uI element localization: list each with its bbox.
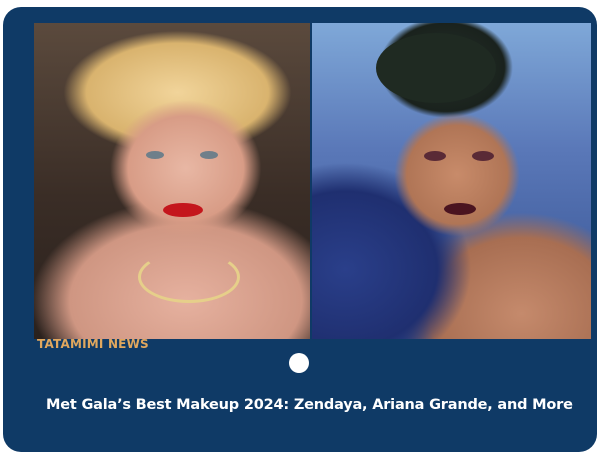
news-source-label: TATAMIMI NEWS <box>37 337 149 351</box>
lips-detail <box>444 203 476 215</box>
necklace-detail <box>138 251 240 303</box>
news-card[interactable]: TATAMIMI NEWS Met Gala’s Best Makeup 202… <box>3 7 597 452</box>
eye-detail <box>200 151 218 159</box>
article-headline[interactable]: Met Gala’s Best Makeup 2024: Zendaya, Ar… <box>46 397 591 413</box>
hat-detail <box>376 33 496 103</box>
eye-detail <box>472 151 494 161</box>
right-photo[interactable] <box>312 23 591 339</box>
eye-detail <box>424 151 446 161</box>
lips-detail <box>163 203 203 217</box>
left-photo[interactable] <box>34 23 310 339</box>
eye-detail <box>146 151 164 159</box>
carousel-indicator-dot[interactable] <box>289 353 309 373</box>
